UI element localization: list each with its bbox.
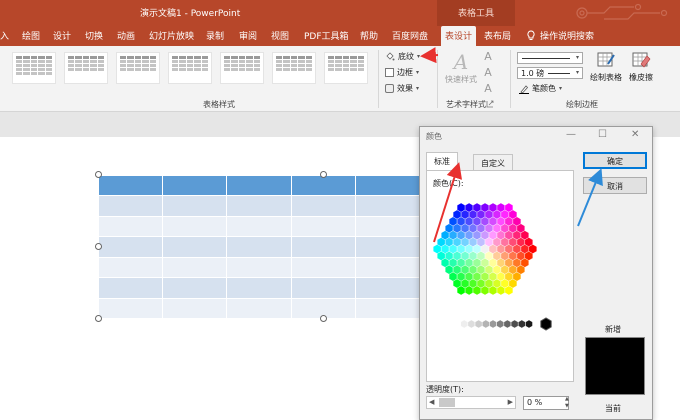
red-arrow-standard-tab: [433, 162, 463, 243]
red-arrow-shading: [420, 47, 439, 64]
annotation-overlay: [420, 47, 603, 243]
blue-arrow-ok: [577, 168, 603, 227]
